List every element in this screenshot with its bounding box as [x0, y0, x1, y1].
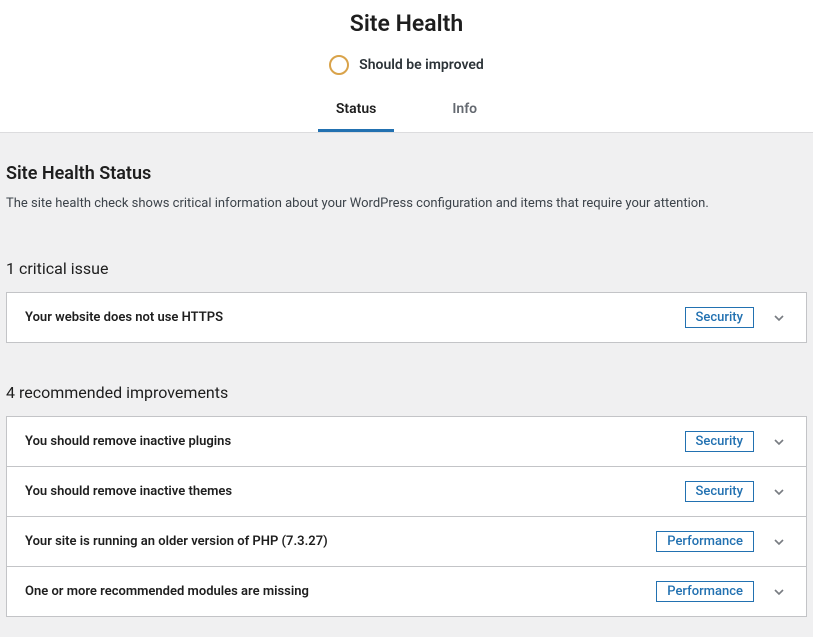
- section-description: The site health check shows critical inf…: [6, 196, 807, 211]
- issue-title: One or more recommended modules are miss…: [25, 584, 309, 599]
- issue-badge: Security: [685, 481, 754, 502]
- group-heading-recommended: 4 recommended improvements: [6, 383, 807, 402]
- content: Site Health Status The site health check…: [0, 133, 813, 637]
- page-title: Site Health: [0, 6, 813, 55]
- section-heading: Site Health Status: [6, 163, 807, 184]
- issue-title: You should remove inactive plugins: [25, 434, 231, 449]
- issue-right: Security: [685, 431, 788, 452]
- chevron-down-icon: [770, 433, 788, 451]
- issue-title: Your website does not use HTTPS: [25, 310, 223, 325]
- issue-badge: Security: [685, 307, 754, 328]
- status-label: Should be improved: [359, 57, 484, 73]
- tab-label: Info: [452, 101, 477, 117]
- issue-list-recommended: You should remove inactive plugins Secur…: [6, 416, 807, 617]
- issue-row[interactable]: You should remove inactive plugins Secur…: [7, 417, 806, 467]
- issue-row[interactable]: You should remove inactive themes Securi…: [7, 467, 806, 517]
- header: Site Health Should be improved Status In…: [0, 0, 813, 133]
- issue-right: Performance: [656, 581, 788, 602]
- issue-row[interactable]: One or more recommended modules are miss…: [7, 567, 806, 616]
- issue-row[interactable]: Your site is running an older version of…: [7, 517, 806, 567]
- status-indicator: Should be improved: [0, 55, 813, 93]
- issue-badge: Security: [685, 431, 754, 452]
- issue-badge: Performance: [656, 531, 754, 552]
- tabs: Status Info: [0, 93, 813, 132]
- issue-row[interactable]: Your website does not use HTTPS Security: [7, 293, 806, 342]
- issue-right: Security: [685, 307, 788, 328]
- group-heading-critical: 1 critical issue: [6, 259, 807, 278]
- issue-title: You should remove inactive themes: [25, 484, 232, 499]
- status-circle-icon: [329, 55, 349, 75]
- chevron-down-icon: [770, 533, 788, 551]
- tab-status[interactable]: Status: [318, 93, 394, 132]
- tab-info[interactable]: Info: [434, 93, 495, 132]
- issue-list-critical: Your website does not use HTTPS Security: [6, 292, 807, 343]
- chevron-down-icon: [770, 309, 788, 327]
- chevron-down-icon: [770, 483, 788, 501]
- issue-badge: Performance: [656, 581, 754, 602]
- issue-right: Performance: [656, 531, 788, 552]
- issue-right: Security: [685, 481, 788, 502]
- tab-label: Status: [336, 101, 376, 117]
- chevron-down-icon: [770, 583, 788, 601]
- issue-title: Your site is running an older version of…: [25, 534, 328, 549]
